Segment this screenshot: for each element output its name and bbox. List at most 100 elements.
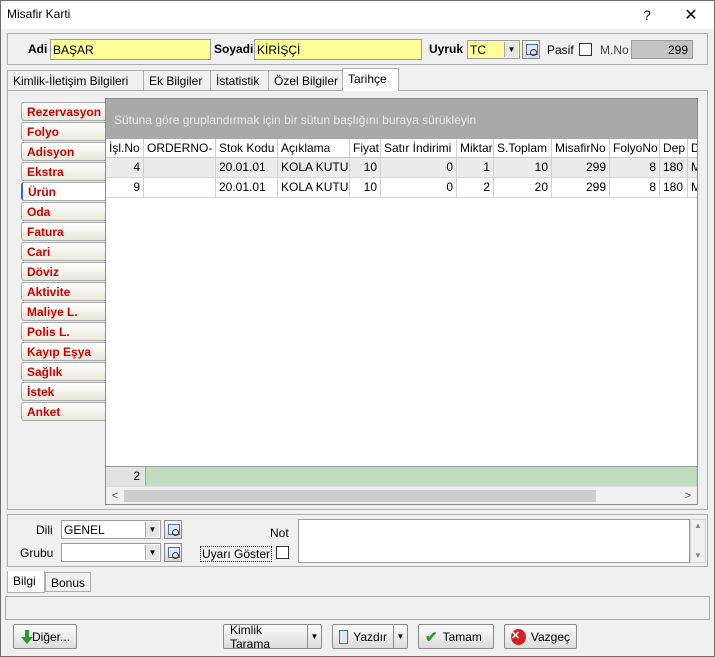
adi-label: Adi xyxy=(28,42,48,56)
col-header-fiyat[interactable]: Fiyat xyxy=(350,139,381,158)
print-icon xyxy=(339,629,349,644)
cell-miktar: 1 xyxy=(457,158,494,177)
tab-kimlik-iletisim[interactable]: Kimlik-İletişim Bilgileri xyxy=(7,70,144,90)
cell-satir-indirimi: 0 xyxy=(381,178,457,197)
not-scrollbar[interactable]: ▲ ▼ xyxy=(690,519,706,563)
uyruk-combo[interactable]: TC ▼ xyxy=(467,40,520,59)
history-side-tabs: Rezervasyon Folyo Adisyon Ekstra Ürün Od… xyxy=(21,102,113,422)
col-header-s-toplam[interactable]: S.Toplam xyxy=(494,139,552,158)
help-icon[interactable]: ? xyxy=(627,1,667,29)
grubu-lookup-icon[interactable] xyxy=(164,543,182,562)
chevron-down-icon[interactable]: ▼ xyxy=(393,625,407,648)
cell-orderno xyxy=(144,158,216,177)
uyari-goster-label[interactable]: Uyarı Göster xyxy=(200,546,273,562)
horizontal-scrollbar[interactable]: < > xyxy=(106,486,697,504)
title-bar: Misafir Karti ? ✕ xyxy=(1,1,714,29)
chevron-down-icon[interactable]: ▼ xyxy=(145,545,159,560)
yazdir-label: Yazdır xyxy=(353,629,387,644)
col-header-aciklama[interactable]: Açıklama xyxy=(278,139,350,158)
kimlik-tarama-label: Kimlik Tarama xyxy=(230,622,271,651)
side-tab-urun[interactable]: Ürün xyxy=(21,182,113,201)
side-tab-doviz[interactable]: Döviz xyxy=(21,262,113,281)
cell-fiyat: 10 xyxy=(350,178,381,197)
dili-lookup-icon[interactable] xyxy=(164,520,182,539)
kimlik-tarama-button[interactable]: Kimlik Tarama ▼ xyxy=(223,622,322,651)
status-bar xyxy=(5,596,710,620)
tab-istatistik[interactable]: İstatistik xyxy=(210,70,269,90)
scroll-right-icon[interactable]: > xyxy=(680,488,696,504)
table-row[interactable]: 4 20.01.01 KOLA KUTU 10 0 1 10 299 8 180… xyxy=(106,158,697,178)
pasif-label: Pasif xyxy=(547,43,574,57)
grubu-combo[interactable]: ▼ xyxy=(61,543,161,562)
col-header-misafirno[interactable]: MisafirNo xyxy=(552,139,610,158)
side-tab-istek[interactable]: İstek xyxy=(21,382,113,401)
col-header-folyono[interactable]: FolyoNo xyxy=(610,139,660,158)
col-header-d[interactable]: D xyxy=(688,139,697,158)
check-icon: ✔ xyxy=(425,628,438,646)
side-tab-polis[interactable]: Polis L. xyxy=(21,322,113,341)
arrow-down-icon xyxy=(20,629,33,644)
scroll-up-icon[interactable]: ▲ xyxy=(691,520,705,532)
side-tab-rezervasyon[interactable]: Rezervasyon xyxy=(21,102,113,121)
soyadi-input[interactable]: KİRİŞÇİ xyxy=(254,39,422,60)
cell-s-toplam: 20 xyxy=(494,178,552,197)
scroll-left-icon[interactable]: < xyxy=(107,488,123,504)
col-header-miktar[interactable]: Miktar xyxy=(457,139,494,158)
uyari-goster-checkbox[interactable] xyxy=(276,546,289,559)
tab-bonus[interactable]: Bonus xyxy=(45,572,91,592)
col-header-stok-kodu[interactable]: Stok Kodu xyxy=(216,139,278,158)
group-by-panel[interactable]: Sütuna göre gruplandırmak için bir sütun… xyxy=(106,99,697,139)
adi-input[interactable]: BAŞAR xyxy=(50,39,211,60)
cell-d: M xyxy=(688,178,697,197)
side-tab-saglik[interactable]: Sağlık xyxy=(21,362,113,381)
tab-bilgi[interactable]: Bilgi xyxy=(7,571,45,593)
side-tab-maliye[interactable]: Maliye L. xyxy=(21,302,113,321)
yazdir-button[interactable]: Yazdır ▼ xyxy=(332,624,408,649)
cell-dep: 180 xyxy=(660,178,688,197)
soyadi-label: Soyadi xyxy=(214,42,254,56)
pasif-checkbox[interactable] xyxy=(579,43,592,56)
cell-aciklama: KOLA KUTU xyxy=(278,178,350,197)
scrollbar-thumb[interactable] xyxy=(124,490,596,502)
cell-folyono: 8 xyxy=(610,158,660,177)
col-header-dep[interactable]: Dep xyxy=(660,139,688,158)
diger-label: Diğer... xyxy=(31,629,70,644)
uyruk-lookup-icon[interactable] xyxy=(522,40,540,59)
close-icon[interactable]: ✕ xyxy=(671,1,711,29)
tab-ozel-bilgiler[interactable]: Özel Bilgiler xyxy=(268,70,343,90)
diger-button[interactable]: Diğer... xyxy=(13,624,77,649)
cancel-icon: ✕ xyxy=(511,628,526,645)
cell-islno: 4 xyxy=(106,158,144,177)
dili-combo[interactable]: GENEL ▼ xyxy=(61,520,161,539)
side-tab-fatura[interactable]: Fatura xyxy=(21,222,113,241)
side-tab-aktivite[interactable]: Aktivite xyxy=(21,282,113,301)
side-tab-ekstra[interactable]: Ekstra xyxy=(21,162,113,181)
chevron-down-icon[interactable]: ▼ xyxy=(504,42,518,57)
col-header-islno[interactable]: İşl.No xyxy=(106,139,144,158)
mno-label: M.No xyxy=(600,43,629,57)
col-header-orderno[interactable]: ORDERNO- xyxy=(144,139,216,158)
side-tab-folyo[interactable]: Folyo xyxy=(21,122,113,141)
col-header-satir-indirimi[interactable]: Satır İndirimi xyxy=(381,139,457,158)
tamam-button[interactable]: ✔ Tamam xyxy=(418,624,494,649)
urun-grid: Sütuna göre gruplandırmak için bir sütun… xyxy=(105,98,698,505)
chevron-down-icon[interactable]: ▼ xyxy=(145,522,159,537)
scroll-down-icon[interactable]: ▼ xyxy=(691,550,705,562)
side-tab-oda[interactable]: Oda xyxy=(21,202,113,221)
grid-footer: 2 xyxy=(106,466,697,486)
cell-orderno xyxy=(144,178,216,197)
not-label: Not xyxy=(270,526,289,540)
cell-d: M xyxy=(688,158,697,177)
side-tab-kayip-esya[interactable]: Kayıp Eşya xyxy=(21,342,113,361)
tab-ek-bilgiler[interactable]: Ek Bilgiler xyxy=(143,70,211,90)
side-tab-adisyon[interactable]: Adisyon xyxy=(21,142,113,161)
vazgec-button[interactable]: ✕ Vazgeç xyxy=(504,624,577,649)
chevron-down-icon[interactable]: ▼ xyxy=(307,625,321,648)
side-tab-anket[interactable]: Anket xyxy=(21,402,113,421)
not-textarea[interactable] xyxy=(298,519,690,563)
misafir-karti-window: Misafir Karti ? ✕ Adi BAŞAR Soyadi KİRİŞ… xyxy=(0,0,715,657)
tab-tarihce[interactable]: Tarihçe xyxy=(342,68,399,91)
table-row[interactable]: 9 20.01.01 KOLA KUTU 10 0 2 20 299 8 180… xyxy=(106,178,697,198)
cell-islno: 9 xyxy=(106,178,144,197)
side-tab-cari[interactable]: Cari xyxy=(21,242,113,261)
